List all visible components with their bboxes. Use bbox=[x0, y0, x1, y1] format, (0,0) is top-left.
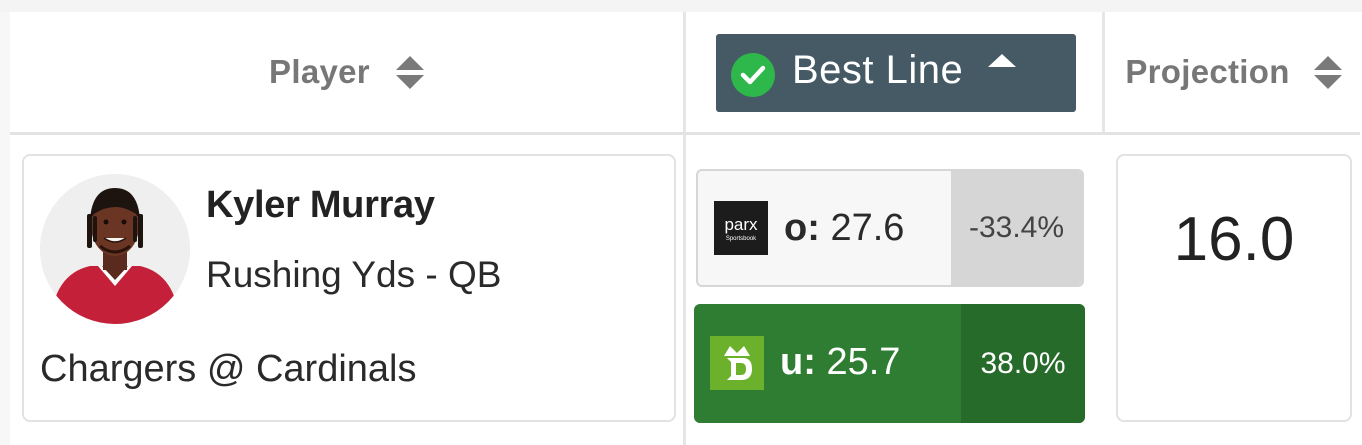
best-line-label: Best Line bbox=[792, 48, 964, 92]
player-card[interactable]: Kyler Murray Rushing Yds - QB Chargers @… bbox=[22, 154, 676, 422]
best-line-sort-button[interactable]: Best Line bbox=[716, 34, 1076, 112]
caret-up-icon bbox=[988, 54, 1016, 67]
top-strip bbox=[0, 0, 1362, 12]
player-market: Rushing Yds - QB bbox=[206, 254, 502, 295]
player-avatar bbox=[40, 174, 190, 324]
column-header-projection-label: Projection bbox=[1125, 53, 1290, 90]
column-divider bbox=[683, 12, 686, 445]
over-side: o: bbox=[784, 207, 820, 249]
check-circle-icon bbox=[731, 53, 775, 97]
game-matchup: Chargers @ Cardinals bbox=[40, 348, 417, 390]
projection-value: 16.0 bbox=[1173, 205, 1295, 274]
player-name: Kyler Murray bbox=[206, 184, 435, 226]
sort-up-icon bbox=[1313, 55, 1342, 70]
sort-up-icon bbox=[395, 55, 424, 70]
over-value: 27.6 bbox=[830, 207, 905, 249]
under-line-text: u: 25.7 bbox=[780, 341, 900, 384]
draftkings-crown-icon bbox=[710, 336, 764, 390]
over-percent: -33.4% bbox=[951, 171, 1082, 285]
parx-logo-subtext: Sportsbook bbox=[726, 236, 757, 242]
sort-icon[interactable] bbox=[395, 55, 424, 89]
under-line-button[interactable]: u: 25.7 38.0% bbox=[694, 304, 1085, 423]
under-percent: 38.0% bbox=[961, 304, 1085, 423]
under-value: 25.7 bbox=[826, 341, 901, 383]
column-header-projection[interactable]: Projection bbox=[1105, 12, 1362, 132]
sort-icon[interactable] bbox=[1313, 55, 1342, 89]
over-line-button[interactable]: parx Sportsbook o: 27.6 -33.4% bbox=[696, 169, 1084, 287]
projection-card: 16.0 bbox=[1116, 154, 1352, 422]
sort-down-icon bbox=[395, 74, 424, 89]
over-line-text: o: 27.6 bbox=[784, 207, 904, 250]
column-header-player-label: Player bbox=[269, 53, 370, 90]
column-header-player[interactable]: Player bbox=[10, 12, 683, 132]
header-divider bbox=[10, 132, 1360, 135]
parx-logo-text: parx bbox=[724, 215, 758, 234]
sort-down-icon bbox=[1313, 74, 1342, 89]
under-side: u: bbox=[780, 341, 816, 383]
parx-sportsbook-logo: parx Sportsbook bbox=[714, 201, 768, 255]
